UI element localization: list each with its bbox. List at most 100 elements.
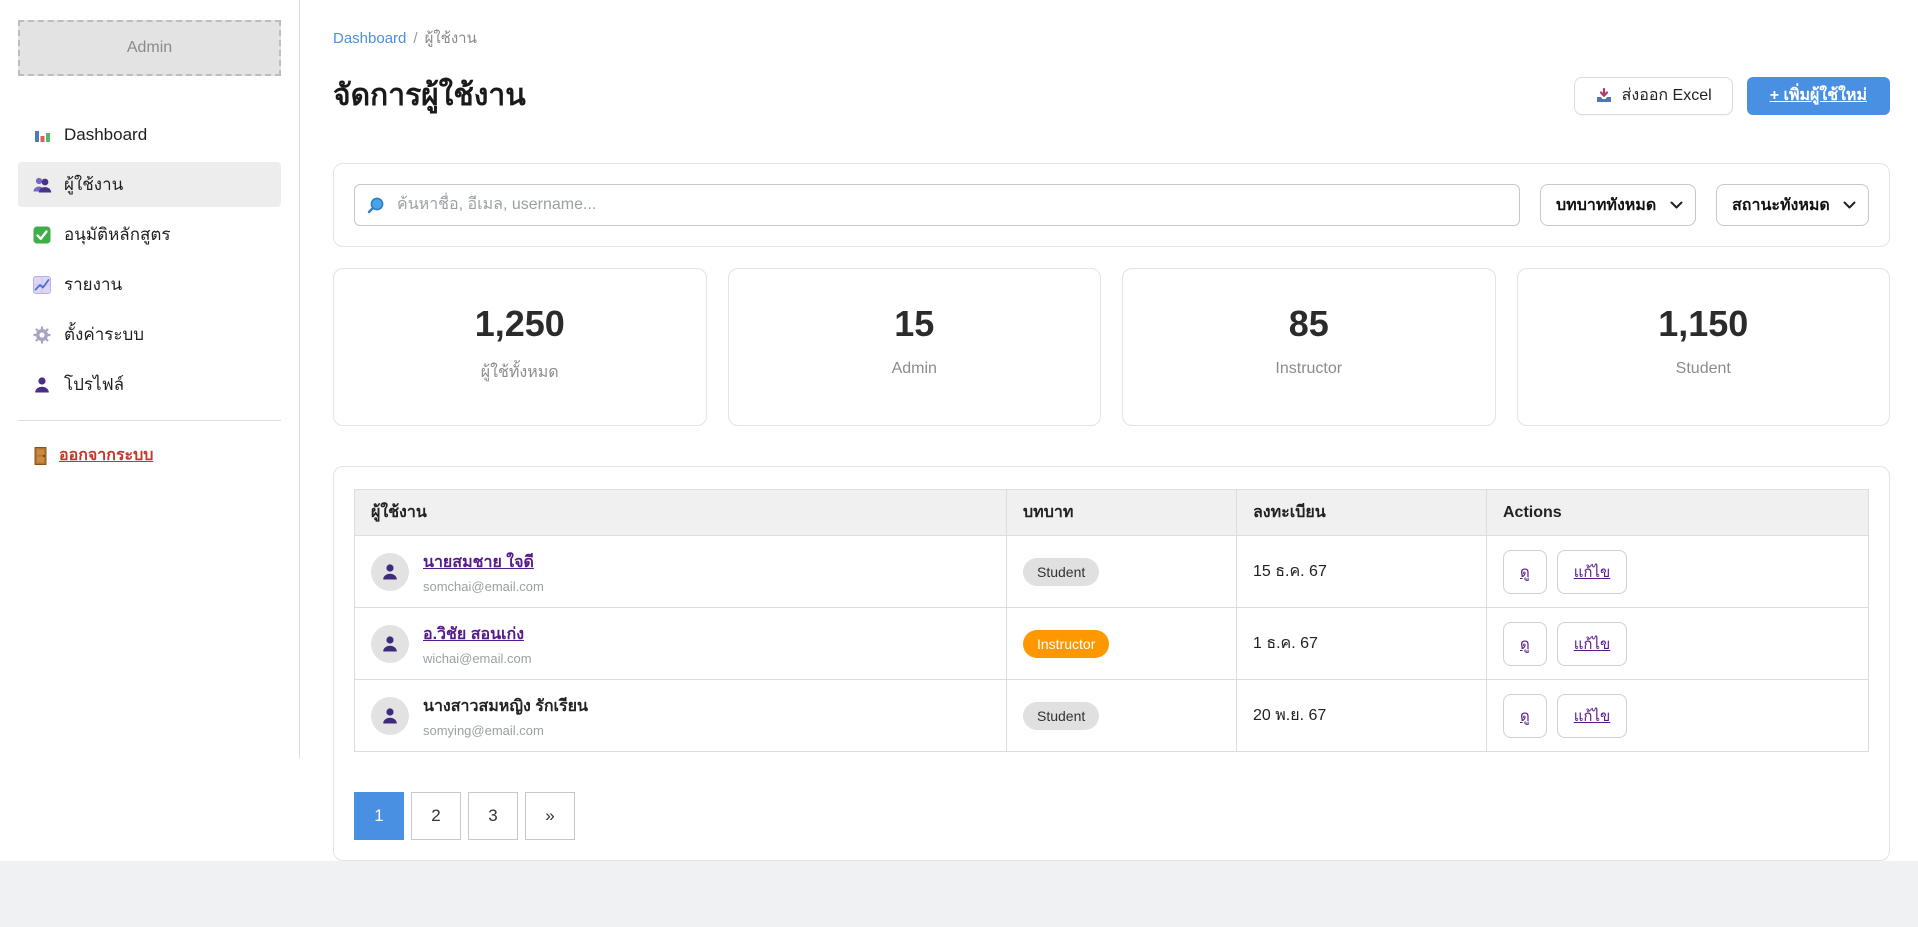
stat-card-instructor: 85 Instructor bbox=[1122, 268, 1496, 426]
role-badge: Student bbox=[1023, 702, 1099, 730]
column-header-user: ผู้ใช้งาน bbox=[355, 490, 1007, 536]
sidebar-item-profile[interactable]: โปรไฟล์ bbox=[18, 362, 281, 407]
sidebar: Admin Dashboard ผู้ใช้งาน bbox=[0, 0, 300, 758]
user-email: somchai@email.com bbox=[423, 579, 544, 594]
stat-label: ผู้ใช้ทั้งหมด bbox=[334, 360, 706, 385]
breadcrumb: Dashboard / ผู้ใช้งาน bbox=[333, 26, 1890, 50]
breadcrumb-current: ผู้ใช้งาน bbox=[425, 30, 477, 47]
main-content: Dashboard / ผู้ใช้งาน จัดการผู้ใช้งาน ส่งอ… bbox=[300, 0, 1918, 861]
sidebar-item-course-approval[interactable]: อนุมัติหลักสูตร bbox=[18, 212, 281, 257]
stat-card-admin: 15 Admin bbox=[728, 268, 1102, 426]
role-badge: Instructor bbox=[1023, 630, 1109, 658]
column-header-registered: ลงทะเบียน bbox=[1237, 490, 1487, 536]
person-icon bbox=[32, 375, 52, 395]
sidebar-item-reports[interactable]: รายงาน bbox=[18, 262, 281, 307]
user-identity: นายสมชาย ใจดี somchai@email.com bbox=[423, 550, 544, 594]
user-cell: อ.วิชัย สอนเก่ง wichai@email.com bbox=[371, 622, 990, 666]
sidebar-menu: Dashboard ผู้ใช้งาน อนุมัติหลักสูตร bbox=[18, 112, 281, 407]
bar-chart-icon bbox=[32, 125, 52, 145]
sidebar-item-label: ตั้งค่าระบบ bbox=[64, 321, 144, 348]
bottom-strip bbox=[0, 861, 1918, 927]
page-header: จัดการผู้ใช้งาน ส่งออก Excel + เพิ่มผู้ใ… bbox=[333, 72, 1890, 119]
registered-date: 1 ธ.ค. 67 bbox=[1253, 635, 1318, 652]
registered-date: 15 ธ.ค. 67 bbox=[1253, 563, 1327, 580]
stat-value: 1,250 bbox=[334, 303, 706, 345]
gear-icon bbox=[32, 325, 52, 345]
download-tray-icon bbox=[1595, 87, 1613, 105]
stat-value: 15 bbox=[729, 303, 1101, 345]
edit-button[interactable]: แก้ไข bbox=[1557, 694, 1628, 738]
table-row: อ.วิชัย สอนเก่ง wichai@email.com Instruc… bbox=[355, 608, 1869, 680]
user-name-link[interactable]: อ.วิชัย สอนเก่ง bbox=[423, 626, 524, 643]
user-name: นางสาวสมหญิง รักเรียน bbox=[423, 698, 588, 715]
logout-link[interactable]: ออกจากระบบ bbox=[18, 443, 281, 468]
user-email: somying@email.com bbox=[423, 723, 588, 738]
user-email: wichai@email.com bbox=[423, 651, 532, 666]
view-button[interactable]: ดู bbox=[1503, 550, 1547, 594]
status-filter-select[interactable]: สถานะทั้งหมด bbox=[1716, 184, 1869, 226]
page-button-2[interactable]: 2 bbox=[411, 792, 461, 840]
check-icon bbox=[32, 225, 52, 245]
stat-value: 85 bbox=[1123, 303, 1495, 345]
stats-row: 1,250 ผู้ใช้ทั้งหมด 15 Admin 85 Instruct… bbox=[333, 268, 1890, 426]
stat-card-student: 1,150 Student bbox=[1517, 268, 1891, 426]
page-button-next[interactable]: » bbox=[525, 792, 575, 840]
trend-chart-icon bbox=[32, 275, 52, 295]
edit-button[interactable]: แก้ไข bbox=[1557, 622, 1628, 666]
user-cell: นางสาวสมหญิง รักเรียน somying@email.com bbox=[371, 694, 990, 738]
role-badge: Student bbox=[1023, 558, 1099, 586]
status-filter-wrap: สถานะทั้งหมด bbox=[1716, 184, 1869, 226]
sidebar-item-label: ผู้ใช้งาน bbox=[64, 171, 123, 198]
column-header-actions: Actions bbox=[1487, 490, 1869, 536]
row-actions: ดู แก้ไข bbox=[1503, 550, 1852, 594]
filter-bar: บทบาททั้งหมด สถานะทั้งหมด bbox=[333, 163, 1890, 247]
users-table-card: ผู้ใช้งาน บทบาท ลงทะเบียน Actions bbox=[333, 466, 1890, 861]
export-excel-label: ส่งออก Excel bbox=[1622, 83, 1712, 108]
brand-logo-placeholder: Admin bbox=[18, 20, 281, 76]
user-identity: นางสาวสมหญิง รักเรียน somying@email.com bbox=[423, 694, 588, 738]
stat-label: Instructor bbox=[1123, 360, 1495, 378]
user-name-link[interactable]: นายสมชาย ใจดี bbox=[423, 554, 534, 571]
sidebar-item-label: อนุมัติหลักสูตร bbox=[64, 221, 171, 248]
logout-label: ออกจากระบบ bbox=[59, 443, 153, 468]
door-icon bbox=[32, 446, 49, 466]
page-button-1[interactable]: 1 bbox=[354, 792, 404, 840]
view-button[interactable]: ดู bbox=[1503, 622, 1547, 666]
sidebar-item-label: รายงาน bbox=[64, 271, 122, 298]
sidebar-item-label: Dashboard bbox=[64, 125, 147, 145]
sidebar-item-label: โปรไฟล์ bbox=[64, 371, 124, 398]
page-title: จัดการผู้ใช้งาน bbox=[333, 72, 526, 119]
avatar bbox=[371, 553, 409, 591]
role-filter-select[interactable]: บทบาททั้งหมด bbox=[1540, 184, 1696, 226]
breadcrumb-dashboard-link[interactable]: Dashboard bbox=[333, 30, 406, 47]
column-header-role: บทบาท bbox=[1007, 490, 1237, 536]
avatar bbox=[371, 625, 409, 663]
add-user-button[interactable]: + เพิ่มผู้ใช้ใหม่ bbox=[1747, 77, 1890, 115]
role-filter-wrap: บทบาททั้งหมด bbox=[1540, 184, 1696, 226]
breadcrumb-separator: / bbox=[413, 30, 417, 47]
sidebar-item-dashboard[interactable]: Dashboard bbox=[18, 112, 281, 157]
sidebar-item-settings[interactable]: ตั้งค่าระบบ bbox=[18, 312, 281, 357]
avatar bbox=[371, 697, 409, 735]
stat-card-total-users: 1,250 ผู้ใช้ทั้งหมด bbox=[333, 268, 707, 426]
person-icon bbox=[380, 634, 400, 654]
stat-label: Student bbox=[1518, 360, 1890, 378]
row-actions: ดู แก้ไข bbox=[1503, 622, 1852, 666]
edit-button[interactable]: แก้ไข bbox=[1557, 550, 1628, 594]
table-row: นางสาวสมหญิง รักเรียน somying@email.com … bbox=[355, 680, 1869, 752]
search-icon bbox=[366, 195, 386, 215]
app: Admin Dashboard ผู้ใช้งาน bbox=[0, 0, 1918, 861]
table-row: นายสมชาย ใจดี somchai@email.com Student … bbox=[355, 536, 1869, 608]
brand-label: Admin bbox=[127, 39, 172, 57]
view-button[interactable]: ดู bbox=[1503, 694, 1547, 738]
export-excel-button[interactable]: ส่งออก Excel bbox=[1574, 77, 1733, 115]
search-input[interactable] bbox=[354, 184, 1520, 226]
sidebar-divider bbox=[18, 420, 281, 421]
users-icon bbox=[32, 175, 52, 195]
sidebar-item-users[interactable]: ผู้ใช้งาน bbox=[18, 162, 281, 207]
person-icon bbox=[380, 706, 400, 726]
person-icon bbox=[380, 562, 400, 582]
user-cell: นายสมชาย ใจดี somchai@email.com bbox=[371, 550, 990, 594]
page-button-3[interactable]: 3 bbox=[468, 792, 518, 840]
table-header-row: ผู้ใช้งาน บทบาท ลงทะเบียน Actions bbox=[355, 490, 1869, 536]
